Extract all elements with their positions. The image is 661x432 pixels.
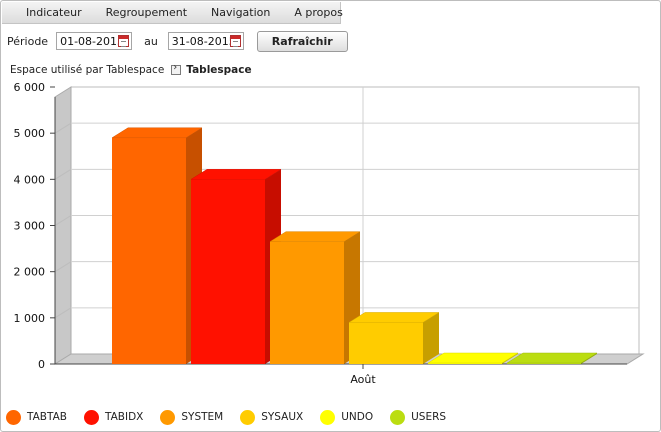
legend-item-tabtab[interactable]: TABTAB (6, 409, 67, 425)
app-frame: Indicateur Regroupement Navigation A pro… (0, 0, 661, 432)
refresh-button[interactable]: Rafraîchir (256, 30, 348, 52)
export-icon[interactable] (171, 62, 182, 75)
legend-swatch (320, 409, 336, 425)
bar-sysaux-front (349, 322, 423, 364)
legend-swatch (160, 409, 176, 425)
menu-a-propos[interactable]: A propos (282, 2, 354, 23)
legend-swatch (6, 409, 21, 425)
y-tick-label: 0 (38, 358, 45, 371)
y-tick-label: 1 000 (14, 312, 46, 325)
legend-item-system[interactable]: SYSTEM (160, 409, 224, 425)
y-tick-label: 2 000 (14, 266, 46, 279)
date-to-field (167, 32, 244, 50)
x-tick-label: Août (350, 373, 376, 386)
chart-subtitle: Espace utilisé par Tablespace Tablespace (10, 62, 252, 76)
bar-tabidx-front (191, 179, 265, 364)
subtitle-text: Espace utilisé par Tablespace (10, 64, 165, 76)
menu-navigation[interactable]: Navigation (199, 2, 282, 23)
legend-item-users[interactable]: USERS (390, 409, 447, 425)
legend-swatch (390, 409, 406, 425)
subtitle-dimension[interactable]: Tablespace (186, 64, 251, 76)
chart-legend: TABTAB TABIDX SYSTEM SYSAUX UNDO USERS (6, 407, 463, 427)
legend-item-sysaux[interactable]: SYSAUX (240, 409, 304, 425)
period-separator: au (144, 34, 158, 48)
legend-label: TABIDX (104, 411, 144, 423)
legend-label: USERS (411, 411, 447, 423)
calendar-icon[interactable] (229, 35, 241, 47)
bar-system-front (270, 241, 344, 364)
legend-item-undo[interactable]: UNDO (320, 409, 374, 425)
y-tick-label: 4 000 (14, 173, 46, 186)
menu-indicateur[interactable]: Indicateur (2, 2, 94, 23)
period-filter: Période au Rafraîchir (7, 30, 348, 52)
legend-label: UNDO (341, 411, 374, 423)
date-from-input[interactable] (60, 34, 119, 48)
menu-regroupement[interactable]: Regroupement (94, 2, 199, 23)
y-tick-label: 5 000 (14, 127, 46, 140)
calendar-icon[interactable] (118, 35, 130, 47)
legend-label: SYSAUX (261, 411, 304, 423)
legend-label: TABTAB (27, 411, 67, 423)
y-tick-label: 3 000 (14, 220, 46, 233)
bar-tabtab-front (112, 137, 186, 364)
bar-chart: 6 000 5 000 4 000 3 000 2 000 1 000 0 Août (14, 81, 645, 386)
legend-item-tabidx[interactable]: TABIDX (83, 409, 144, 425)
menu-bar: Indicateur Regroupement Navigation A pro… (2, 2, 343, 24)
legend-swatch (240, 409, 256, 425)
period-label: Période (7, 34, 49, 48)
y-tick-label: 6 000 (14, 81, 46, 94)
date-to-input[interactable] (171, 34, 230, 48)
legend-swatch (83, 409, 99, 425)
date-from-field (56, 32, 133, 50)
legend-label: SYSTEM (181, 411, 224, 423)
